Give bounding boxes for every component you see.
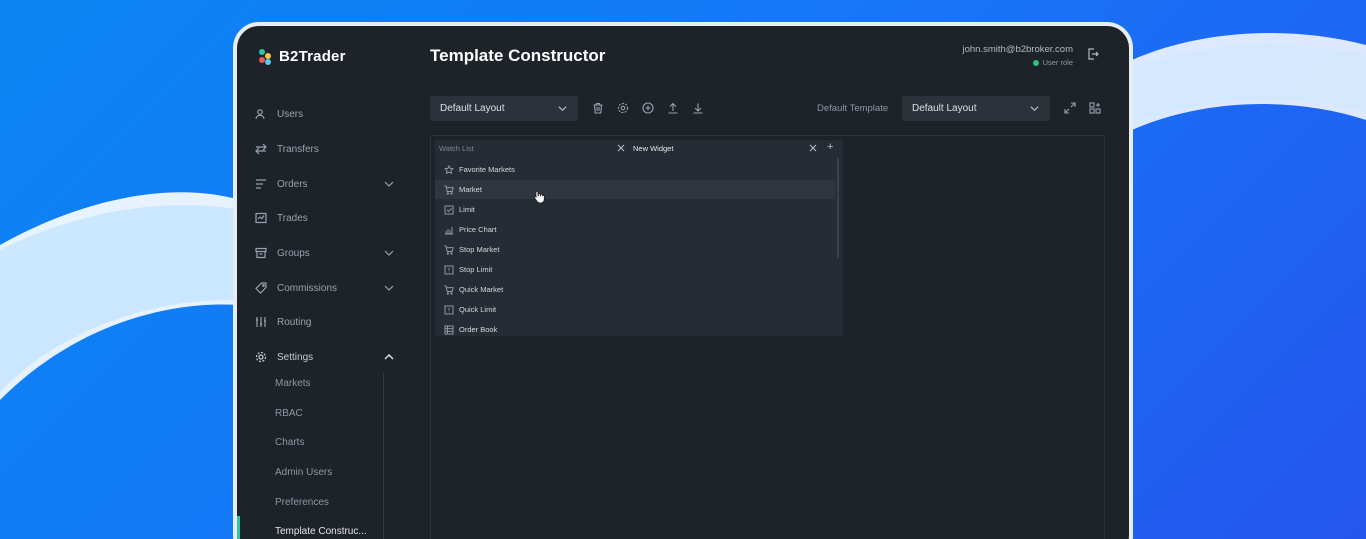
chevron-down-icon xyxy=(1030,106,1039,112)
alert-box-icon xyxy=(444,305,454,314)
table-icon xyxy=(444,325,454,334)
menu-item-label: Quick Market xyxy=(459,285,504,294)
user-email: john.smith@b2broker.com xyxy=(962,44,1074,55)
default-template-label: Default Template xyxy=(817,103,889,114)
gear-icon[interactable] xyxy=(617,102,629,114)
download-icon[interactable] xyxy=(692,102,704,114)
sidebar-item-label: Users xyxy=(277,108,304,120)
gear-icon xyxy=(255,351,267,363)
add-tab-button[interactable]: + xyxy=(827,142,837,153)
sidebar-subitem-markets[interactable]: Markets xyxy=(275,378,311,389)
sidebar-item-label: Transfers xyxy=(277,143,319,155)
chevron-down-icon[interactable] xyxy=(383,282,395,294)
menu-scrollbar[interactable] xyxy=(837,158,839,258)
transfer-icon xyxy=(255,143,267,155)
layout-select-value: Default Layout xyxy=(440,103,505,114)
template-select[interactable]: Default Layout xyxy=(902,96,1050,121)
sliders-icon xyxy=(256,317,266,327)
checkbox-icon xyxy=(444,205,454,214)
sidebar-item-routing[interactable]: Routing xyxy=(255,312,395,332)
menu-item-favorite-markets[interactable]: Favorite Markets xyxy=(435,160,835,179)
sidebar-item-label: Settings xyxy=(277,351,314,363)
sidebar-subitem-rbac[interactable]: RBAC xyxy=(275,408,303,419)
close-icon[interactable] xyxy=(617,144,625,152)
groups-icon xyxy=(255,247,267,259)
brand-logo[interactable]: B2Trader xyxy=(259,48,346,65)
menu-item-limit[interactable]: Limit xyxy=(435,200,835,219)
sidebar-item-label: Commissions xyxy=(277,282,338,294)
orders-icon xyxy=(256,179,266,189)
chevron-down-icon[interactable] xyxy=(383,178,395,190)
hand-cursor-icon xyxy=(534,190,545,204)
menu-item-quick-market[interactable]: Quick Market xyxy=(435,280,835,299)
tab-watch-list[interactable]: Watch List xyxy=(435,140,625,156)
template-select-value: Default Layout xyxy=(912,103,977,114)
sidebar-item-transfers[interactable]: Transfers xyxy=(255,139,395,159)
cart-icon xyxy=(444,285,454,295)
device-frame: B2Trader Users Transfers Orders Trades G… xyxy=(233,22,1133,539)
widget-panel[interactable]: Watch List New Widget + Favorite Markets… xyxy=(435,140,843,336)
sidebar-item-groups[interactable]: Groups xyxy=(255,243,395,263)
star-icon xyxy=(444,164,454,174)
menu-item-label: Stop Limit xyxy=(459,265,493,274)
close-icon[interactable] xyxy=(809,144,817,152)
chevron-down-icon xyxy=(558,106,567,112)
upload-icon[interactable] xyxy=(667,102,679,114)
page-title: Template Constructor xyxy=(430,46,606,65)
active-indicator xyxy=(237,516,240,539)
users-icon xyxy=(255,109,265,120)
sidebar-subitem-preferences[interactable]: Preferences xyxy=(275,497,329,508)
sidebar-item-label: Orders xyxy=(277,178,308,190)
menu-item-order-book[interactable]: Order Book xyxy=(435,320,835,339)
tag-icon xyxy=(255,282,267,294)
chevron-up-icon[interactable] xyxy=(383,351,395,363)
menu-item-label: Quick Limit xyxy=(459,305,497,314)
submenu-guide-line xyxy=(383,373,384,539)
widget-tabs: Watch List New Widget + xyxy=(435,140,843,156)
logout-icon[interactable] xyxy=(1087,48,1099,60)
online-status-dot xyxy=(1032,59,1039,66)
user-role: User role xyxy=(1032,58,1073,67)
user-role-label: User role xyxy=(1042,58,1073,67)
b2trader-logo-icon xyxy=(259,48,273,65)
menu-item-quick-limit[interactable]: Quick Limit xyxy=(435,300,835,319)
menu-item-stop-limit[interactable]: Stop Limit xyxy=(435,260,835,279)
sidebar-subitem-admin-users[interactable]: Admin Users xyxy=(275,467,332,478)
sidebar-item-settings[interactable]: Settings xyxy=(255,347,395,367)
sidebar-item-users[interactable]: Users xyxy=(255,104,395,124)
sidebar-item-label: Trades xyxy=(277,212,308,224)
app-window: B2Trader Users Transfers Orders Trades G… xyxy=(237,26,1129,539)
menu-item-label: Price Chart xyxy=(459,225,497,234)
sidebar-item-label: Routing xyxy=(277,316,312,328)
chart-icon xyxy=(445,226,453,234)
trades-icon xyxy=(255,212,267,224)
menu-item-label: Favorite Markets xyxy=(459,165,515,174)
brand-name: B2Trader xyxy=(279,48,346,65)
sidebar-item-trades[interactable]: Trades xyxy=(255,208,395,228)
tab-new-widget[interactable]: New Widget xyxy=(633,140,817,156)
trash-icon[interactable] xyxy=(592,102,604,114)
cart-icon xyxy=(444,185,454,195)
sidebar-subitem-template-constructor[interactable]: Template Construc... xyxy=(275,526,367,537)
menu-item-stop-market[interactable]: Stop Market xyxy=(435,240,835,259)
menu-item-price-chart[interactable]: Price Chart xyxy=(435,220,835,239)
alert-box-icon xyxy=(444,265,454,274)
sidebar-subitem-charts[interactable]: Charts xyxy=(275,437,304,448)
menu-item-market[interactable]: Market xyxy=(435,180,835,199)
menu-item-label: Stop Market xyxy=(459,245,500,254)
layout-select[interactable]: Default Layout xyxy=(430,96,578,121)
tab-label: New Widget xyxy=(633,143,674,153)
tab-label: Watch List xyxy=(439,143,474,153)
sidebar-item-label: Groups xyxy=(277,247,310,259)
cart-icon xyxy=(444,245,454,255)
menu-item-label: Market xyxy=(459,185,482,194)
chevron-down-icon[interactable] xyxy=(383,247,395,259)
menu-item-label: Order Book xyxy=(459,325,498,334)
menu-item-label: Limit xyxy=(459,205,475,214)
expand-icon[interactable] xyxy=(1064,102,1076,114)
sidebar-item-commissions[interactable]: Commissions xyxy=(255,278,395,298)
add-widget-icon[interactable] xyxy=(1089,102,1101,114)
sidebar-item-orders[interactable]: Orders xyxy=(255,174,395,194)
plus-circle-icon[interactable] xyxy=(642,102,654,114)
